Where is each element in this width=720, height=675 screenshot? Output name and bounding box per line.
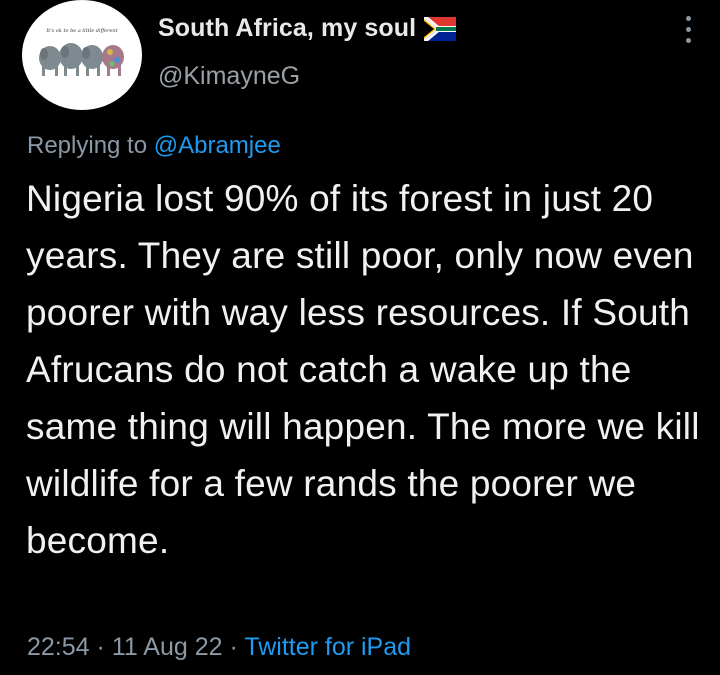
display-name[interactable]: South Africa, my soul <box>158 14 416 43</box>
replying-to: Replying to @Abramjee <box>27 132 281 160</box>
tweet-source-link[interactable]: Twitter for iPad <box>244 633 411 661</box>
tweet-text: Nigeria lost 90% of its forest in just 2… <box>26 178 700 561</box>
tweet-date[interactable]: 11 Aug 22 <box>112 633 223 661</box>
tweet-header: It's ok to be a little different South A… <box>22 0 698 110</box>
name-row: South Africa, my soul <box>158 14 457 43</box>
tweet-meta: 22:54 · 11 Aug 22 · Twitter for iPad <box>27 633 411 662</box>
tweet-time[interactable]: 22:54 <box>27 633 90 661</box>
svg-text:It's ok to be a little differe: It's ok to be a little different <box>45 28 118 34</box>
meta-separator: · <box>89 633 112 661</box>
avatar[interactable]: It's ok to be a little different <box>22 0 142 110</box>
south-africa-flag-icon <box>424 16 457 41</box>
dot <box>685 27 691 32</box>
elephants-avatar-image: It's ok to be a little different <box>39 28 124 76</box>
user-handle[interactable]: @KimayneG <box>158 62 300 91</box>
dot <box>685 16 691 21</box>
more-options-icon[interactable] <box>678 16 698 50</box>
reply-mention-link[interactable]: @Abramjee <box>154 132 281 159</box>
replying-to-label: Replying to <box>27 132 154 159</box>
dot <box>685 38 691 43</box>
meta-separator: · <box>222 633 245 661</box>
